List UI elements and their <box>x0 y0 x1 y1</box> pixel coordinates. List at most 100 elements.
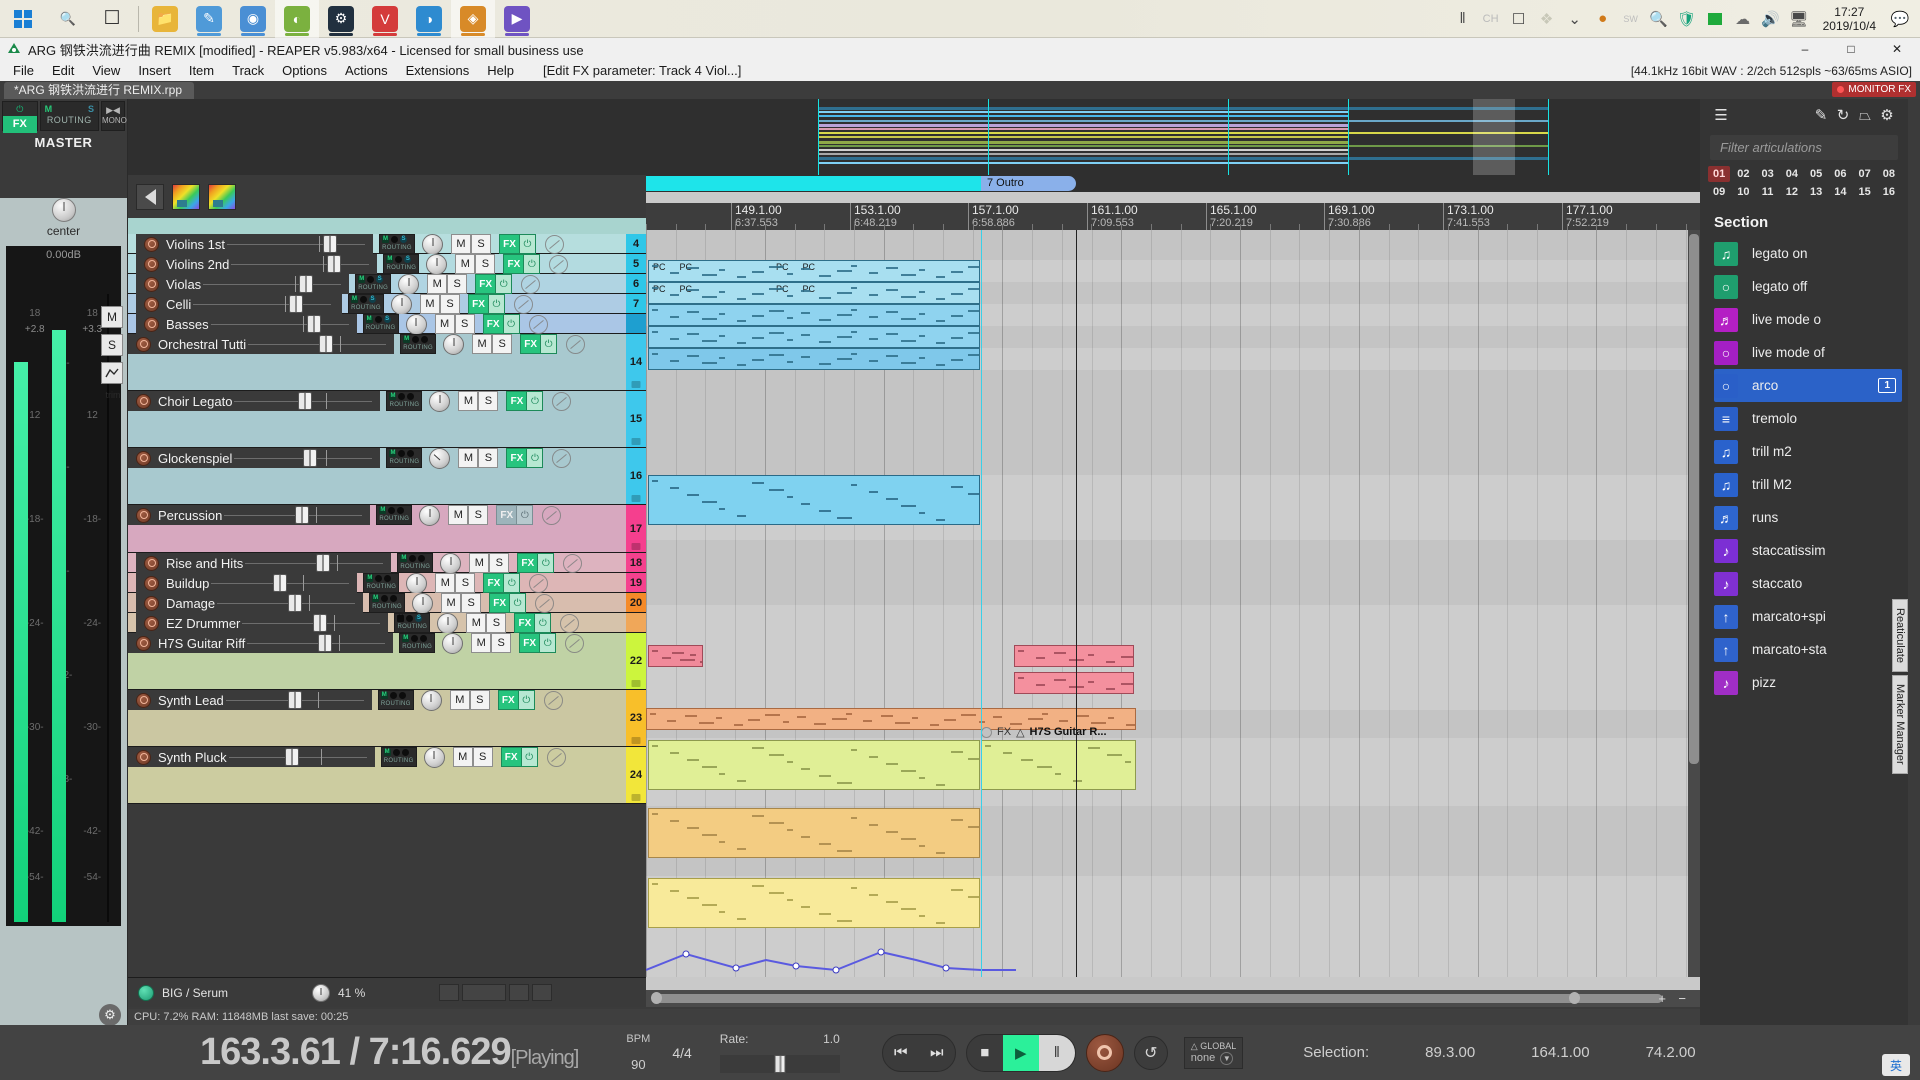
time-signature[interactable]: 4/4 <box>672 1045 691 1061</box>
articulation-row-legato-on[interactable]: ♫ legato on <box>1714 237 1902 270</box>
track-fx-power-button[interactable]: ⏻ <box>503 314 520 334</box>
bank-cell-03[interactable]: 03 <box>1757 166 1779 182</box>
penguin-icon[interactable]: ● <box>1589 0 1617 38</box>
track-solo-button[interactable]: S <box>478 391 499 411</box>
zoom-in-icon[interactable]: + <box>1658 991 1666 1006</box>
track-solo-button[interactable]: S <box>468 505 489 525</box>
volume-thumb[interactable] <box>299 275 314 293</box>
track-mute-button[interactable]: M <box>435 573 456 593</box>
track-name-pill[interactable]: Orchestral Tutti <box>128 334 395 354</box>
track-mute-button[interactable]: M <box>471 633 492 653</box>
track-number-column[interactable]: 17 <box>626 505 646 552</box>
track-routing-button[interactable]: M ROUTING <box>399 633 436 653</box>
collapse-arrow-icon[interactable] <box>136 183 164 210</box>
sw-icon[interactable]: SW <box>1617 0 1645 38</box>
track-record-arm-button[interactable] <box>144 595 159 611</box>
track-fx-button[interactable]: FX <box>468 294 489 314</box>
track-record-arm-button[interactable] <box>144 296 159 312</box>
track-row[interactable]: Basses M S ROUTING M S FX ⏻ <box>128 313 646 335</box>
bank-cell-12[interactable]: 12 <box>1781 184 1803 200</box>
track-mute-button[interactable]: M <box>420 294 440 314</box>
search-icon[interactable]: 🔍 <box>46 0 90 38</box>
track-record-arm-button[interactable] <box>136 692 151 708</box>
track-record-arm-button[interactable] <box>136 749 151 765</box>
track-lanes[interactable]: PCPCPCPCPCPCPCPC ier Legato untitled MIDI… <box>646 230 1700 977</box>
track-pan-knob[interactable] <box>423 746 445 768</box>
track-fx-power-button[interactable]: ⏻ <box>504 573 521 593</box>
media-item[interactable] <box>1014 672 1134 694</box>
search-everything-icon[interactable]: 🔍 <box>1645 0 1673 38</box>
articulation-row-live-mode-o[interactable]: ♬ live mode o <box>1714 303 1902 336</box>
track-fx-power-button[interactable]: ⏻ <box>510 593 527 613</box>
track-mute-button[interactable]: M <box>472 334 493 354</box>
track-fx-button[interactable]: FX <box>482 314 504 334</box>
track-fx-button[interactable]: FX <box>506 391 528 411</box>
track-number-column[interactable]: 5 <box>626 254 646 273</box>
track-row[interactable]: EZ Drummer M S ROUTING M S FX ⏻ <box>128 612 646 634</box>
track-record-arm-button[interactable] <box>136 635 151 651</box>
track-pan-knob[interactable] <box>426 253 448 275</box>
articulation-row-runs[interactable]: ♬ runs <box>1714 501 1902 534</box>
region-bar-current[interactable] <box>646 176 981 191</box>
folder-icon[interactable] <box>631 794 641 801</box>
bank-cell-07[interactable]: 07 <box>1854 166 1876 182</box>
bank-cell-15[interactable]: 15 <box>1854 184 1876 200</box>
taskbar-app-edge[interactable]: ◑ <box>407 0 451 38</box>
volume-thumb[interactable] <box>295 506 310 524</box>
track-solo-button[interactable]: S <box>486 613 507 633</box>
media-item[interactable] <box>648 348 980 370</box>
volume-thumb[interactable] <box>323 235 338 253</box>
track-routing-button[interactable]: M ROUTING <box>386 448 423 468</box>
volume-thumb[interactable] <box>316 554 331 572</box>
menu-track[interactable]: Track <box>223 61 273 80</box>
track-routing-button[interactable]: M S ROUTING <box>362 314 399 334</box>
track-solo-button[interactable]: S <box>454 314 475 334</box>
master-mono-button[interactable]: ▶◀ MONO <box>101 101 127 131</box>
maximize-button[interactable]: □ <box>1828 38 1874 60</box>
track-record-arm-button[interactable] <box>144 615 159 631</box>
track-envelope-button[interactable] <box>542 505 562 525</box>
track-mute-button[interactable]: M <box>452 747 473 767</box>
track-name-pill[interactable]: Violins 1st <box>136 234 374 254</box>
articulation-row-staccatissim[interactable]: ♪ staccatissim <box>1714 534 1902 567</box>
track-volume-slider[interactable] <box>210 315 349 333</box>
taskbar-app-audio[interactable]: ◐ <box>275 0 319 38</box>
taskbar-app-media-player[interactable]: ▶ <box>495 0 539 38</box>
track-mute-button[interactable]: M <box>458 448 479 468</box>
automation-envelope-lane[interactable] <box>646 930 1700 977</box>
track-name-pill[interactable]: Basses <box>136 314 357 334</box>
media-item[interactable] <box>648 645 703 667</box>
track-row[interactable]: Violins 2nd M S ROUTING M S FX ⏻ 5 <box>128 253 646 275</box>
zoom-out-icon[interactable]: − <box>1678 991 1686 1006</box>
start-button[interactable] <box>0 0 46 38</box>
track-fx-button[interactable]: FX <box>497 690 519 710</box>
bank-cell-04[interactable]: 04 <box>1781 166 1803 182</box>
volume-thumb[interactable] <box>298 392 313 410</box>
track-envelope-button[interactable] <box>543 690 563 710</box>
track-number-column[interactable]: 15 <box>626 391 646 447</box>
track-solo-button[interactable]: S <box>492 334 513 354</box>
track-envelope-button[interactable] <box>521 274 541 294</box>
volume-thumb[interactable] <box>273 574 288 592</box>
item-fx-knob-icon[interactable] <box>981 726 992 738</box>
track-envelope-button[interactable] <box>560 613 580 633</box>
track-pan-knob[interactable] <box>398 273 420 295</box>
track-volume-slider[interactable] <box>245 554 384 572</box>
list-icon[interactable]: ☰ <box>1710 104 1732 126</box>
track-mute-button[interactable]: M <box>466 613 487 633</box>
send-power-icon[interactable] <box>439 984 460 1001</box>
marker-region-lane[interactable]: 7 Outro <box>646 175 1700 192</box>
master-fx-power-icon[interactable]: ⏻ <box>3 102 37 116</box>
track-pan-knob[interactable] <box>422 233 444 255</box>
popout-icon[interactable]: ⏢ <box>1854 104 1876 126</box>
track-pan-knob[interactable] <box>440 552 462 574</box>
track-mute-button[interactable]: M <box>427 274 448 294</box>
arrange-lane[interactable] <box>646 605 1700 710</box>
track-routing-button[interactable]: M ROUTING <box>376 505 413 525</box>
track-routing-button[interactable]: M S ROUTING <box>394 613 431 633</box>
arrange-vertical-scrollbar[interactable] <box>1688 230 1700 977</box>
master-routing-button[interactable]: M S ROUTING <box>39 101 99 131</box>
track-volume-slider[interactable] <box>211 574 350 592</box>
monitor-fx-button[interactable]: MONITOR FX <box>1832 82 1916 97</box>
track-fx-button[interactable]: FX <box>514 613 536 633</box>
